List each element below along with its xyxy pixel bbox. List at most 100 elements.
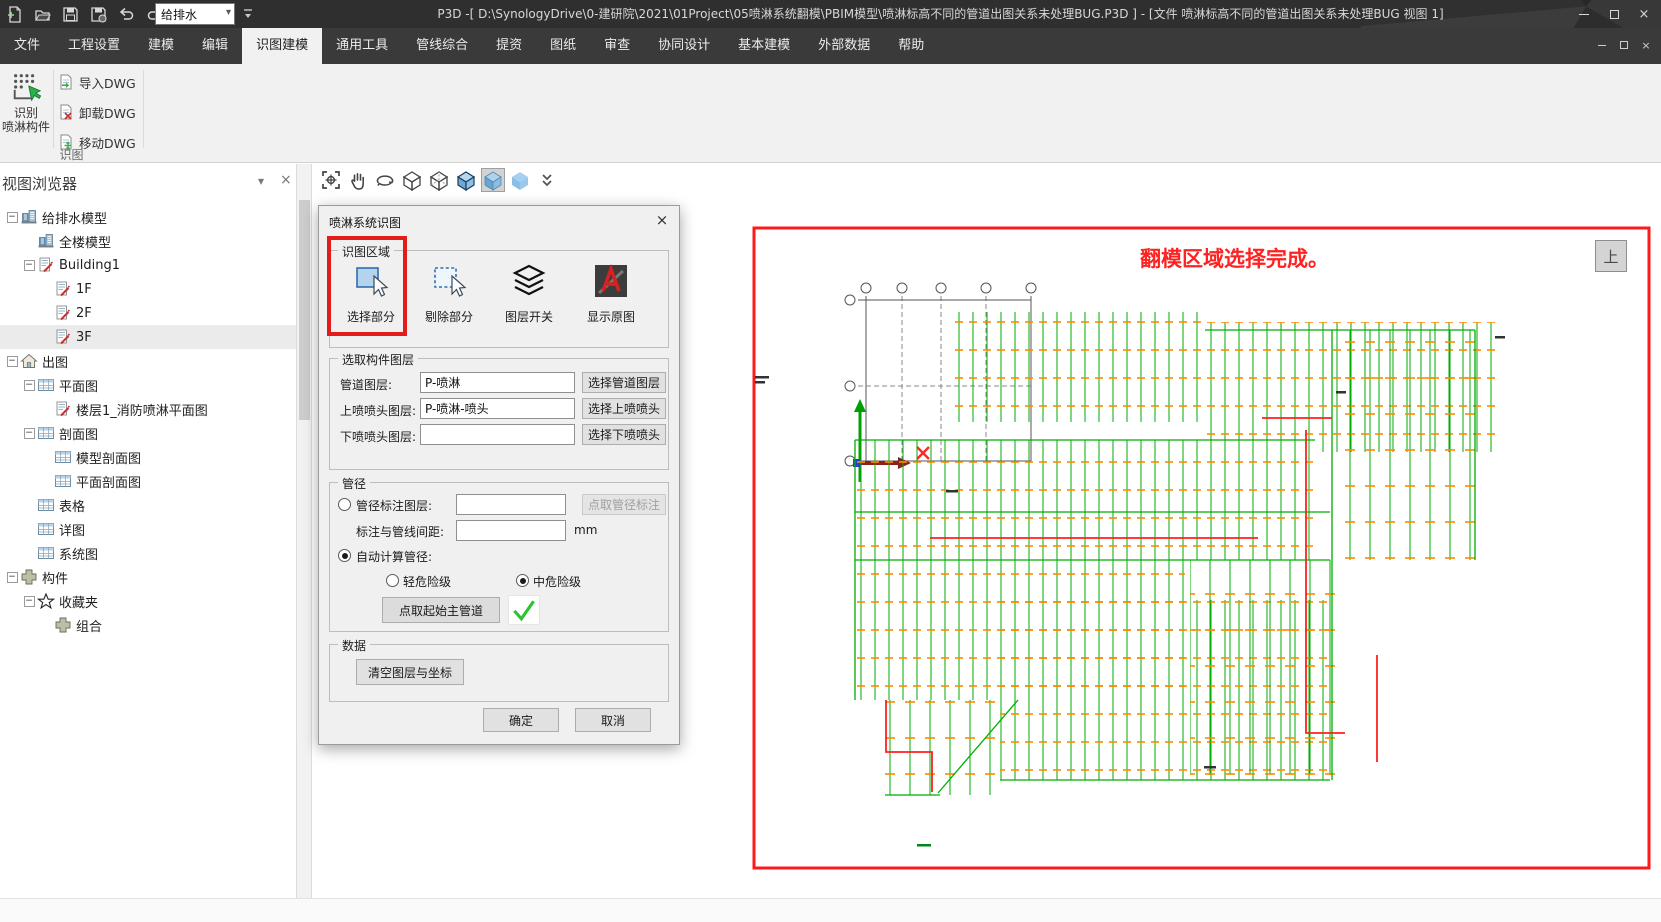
tree-item-system-diagram[interactable]: 系统图 <box>0 541 296 565</box>
floor-doc-icon <box>54 281 72 297</box>
exclude-part-button[interactable]: 剔除部分 <box>416 259 482 339</box>
expander-icon[interactable]: − <box>4 209 20 225</box>
new-file-button[interactable] <box>2 2 26 26</box>
auto-calc-radio[interactable] <box>338 549 351 562</box>
tab-help[interactable]: 帮助 <box>884 28 938 64</box>
dialog-title: 喷淋系统识图 <box>329 214 401 231</box>
tab-sheets[interactable]: 图纸 <box>536 28 590 64</box>
doc-minimize-icon[interactable] <box>1591 34 1613 56</box>
tree-item-assembly[interactable]: 组合 <box>0 613 296 637</box>
dialog-close-icon[interactable]: × <box>645 206 679 234</box>
show-original-button[interactable]: 显示原图 <box>578 259 644 339</box>
wireframe-view-icon[interactable] <box>400 168 424 192</box>
tab-external-data[interactable]: 外部数据 <box>804 28 884 64</box>
dn-layer-input[interactable] <box>456 494 566 515</box>
tree-item-plan-views[interactable]: − 平面图 <box>0 373 296 397</box>
tree-item-model-section[interactable]: 模型剖面图 <box>0 445 296 469</box>
realistic-view-icon[interactable] <box>508 168 532 192</box>
tree-item-1f[interactable]: 1F <box>0 277 296 301</box>
unload-dwg-button[interactable]: 卸载DWG <box>58 101 136 123</box>
pipe-layer-input[interactable] <box>420 372 575 393</box>
tree-item-components[interactable]: − 构件 <box>0 565 296 589</box>
up-head-layer-input[interactable] <box>420 398 575 419</box>
tree-item-section-views[interactable]: − 剖面图 <box>0 421 296 445</box>
zoom-extents-icon[interactable] <box>319 168 343 192</box>
doc-restore-icon[interactable] <box>1613 34 1635 56</box>
tab-basic-modeling[interactable]: 基本建模 <box>724 28 804 64</box>
scrollbar-thumb[interactable] <box>299 200 310 420</box>
expander-icon[interactable]: − <box>21 257 37 273</box>
tree-item-favorites[interactable]: − 收藏夹 <box>0 589 296 613</box>
tab-modeling[interactable]: 建模 <box>134 28 188 64</box>
maximize-icon[interactable] <box>1599 0 1629 28</box>
panel-dropdown-icon[interactable]: ▾ <box>258 174 264 188</box>
layer-toggle-button[interactable]: 图层开关 <box>496 259 562 339</box>
pan-icon[interactable] <box>346 168 370 192</box>
tab-file[interactable]: 文件 <box>0 28 54 64</box>
save-as-button[interactable] <box>86 2 110 26</box>
recognize-sprinkler-icon <box>10 71 42 103</box>
tab-pipeline-integration[interactable]: 管线综合 <box>402 28 482 64</box>
spacing-input[interactable] <box>456 520 566 541</box>
down-head-layer-label: 下喷喷头图层: <box>340 428 416 445</box>
up-direction-button[interactable]: 上 <box>1595 240 1627 272</box>
tab-resource[interactable]: 提资 <box>482 28 536 64</box>
light-hazard-radio[interactable] <box>386 574 399 587</box>
expander-icon[interactable]: − <box>21 425 37 441</box>
tree-item-floor1-sprinkler-plan[interactable]: 楼层1_消防喷淋平面图 <box>0 397 296 421</box>
expander-icon[interactable]: − <box>21 593 37 609</box>
cancel-button[interactable]: 取消 <box>575 708 651 732</box>
shaded-view-icon[interactable] <box>481 168 505 192</box>
medium-hazard-radio[interactable] <box>516 574 529 587</box>
select-pipe-layer-button[interactable]: 选择管道图层 <box>582 372 666 393</box>
orbit-icon[interactable] <box>373 168 397 192</box>
select-up-head-button[interactable]: 选择上喷喷头 <box>582 398 666 419</box>
select-down-head-button[interactable]: 选择下喷喷头 <box>582 424 666 445</box>
tree-item-output-drawings[interactable]: − 出图 <box>0 349 296 373</box>
tree-item-plan-section[interactable]: 平面剖面图 <box>0 469 296 493</box>
panel-close-icon[interactable]: × <box>280 172 292 188</box>
sidebar-scrollbar[interactable] <box>296 164 312 922</box>
qat-customize-button[interactable] <box>240 6 256 25</box>
recognize-sprinkler-button[interactable]: 识别 喷淋构件 <box>2 68 50 156</box>
undo-button[interactable] <box>114 2 138 26</box>
tree-item-building1[interactable]: − Building1 <box>0 253 296 277</box>
tree-item-water-model[interactable]: − 给排水模型 <box>0 205 296 229</box>
building-icon <box>37 233 55 249</box>
import-dwg-button[interactable]: 导入DWG <box>58 71 136 93</box>
pick-main-pipe-button[interactable]: 点取起始主管道 <box>382 597 500 623</box>
minimize-icon[interactable] <box>1569 0 1599 28</box>
tree-item-3f[interactable]: 3F <box>0 325 296 349</box>
expander-icon[interactable]: − <box>4 569 20 585</box>
workspace-dropdown[interactable]: 给排水 ▾ <box>155 3 235 25</box>
tree-item-whole-building[interactable]: 全楼模型 <box>0 229 296 253</box>
tab-drawing-recognition[interactable]: 识图建模 <box>242 28 322 64</box>
shaded-edges-view-icon[interactable] <box>454 168 478 192</box>
tab-project-settings[interactable]: 工程设置 <box>54 28 134 64</box>
save-button[interactable] <box>58 2 82 26</box>
expander-icon[interactable]: − <box>4 353 20 369</box>
original-drawing-icon <box>593 263 629 299</box>
tab-review[interactable]: 审查 <box>590 28 644 64</box>
dialog-titlebar[interactable]: 喷淋系统识图 × <box>319 206 679 236</box>
bottom-scroll-strip[interactable] <box>0 898 1661 922</box>
down-head-layer-input[interactable] <box>420 424 575 445</box>
tab-general-tools[interactable]: 通用工具 <box>322 28 402 64</box>
import-dwg-icon <box>58 74 74 90</box>
tree-item-details[interactable]: 详图 <box>0 517 296 541</box>
table-icon <box>54 473 72 489</box>
expander-icon[interactable]: − <box>21 377 37 393</box>
ok-button[interactable]: 确定 <box>483 708 559 732</box>
tab-collaboration[interactable]: 协同设计 <box>644 28 724 64</box>
open-file-button[interactable] <box>30 2 54 26</box>
tree-item-2f[interactable]: 2F <box>0 301 296 325</box>
clear-layers-coords-button[interactable]: 清空图层与坐标 <box>356 659 464 685</box>
tree-item-tables[interactable]: 表格 <box>0 493 296 517</box>
hidden-line-view-icon[interactable] <box>427 168 451 192</box>
doc-close-icon[interactable]: × <box>1635 34 1657 56</box>
component-icon <box>20 569 38 585</box>
dn-layer-radio[interactable] <box>338 498 351 511</box>
toolbar-more-icon[interactable] <box>535 168 559 192</box>
close-icon[interactable]: × <box>1629 0 1659 28</box>
tab-edit[interactable]: 编辑 <box>188 28 242 64</box>
